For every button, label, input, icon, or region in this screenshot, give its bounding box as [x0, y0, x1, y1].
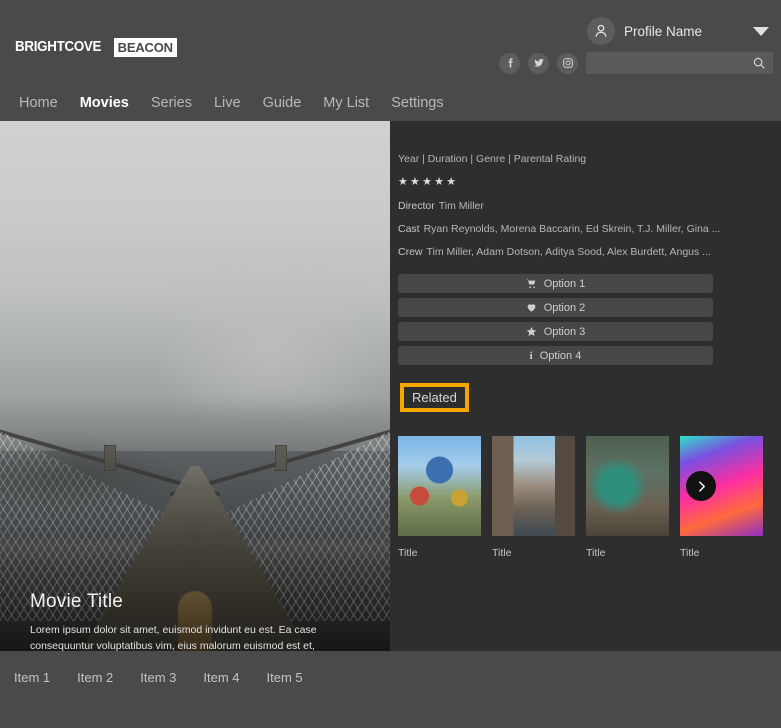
- footer-item-4[interactable]: Item 4: [203, 670, 239, 685]
- nav-item-live[interactable]: Live: [214, 95, 241, 111]
- header-search-row: [499, 52, 773, 74]
- nav-item-series[interactable]: Series: [151, 95, 192, 111]
- related-item-2[interactable]: Title: [492, 436, 586, 559]
- detail-panel: Year | Duration | Genre | Parental Ratin…: [390, 121, 781, 651]
- related-item-3[interactable]: Title: [586, 436, 680, 559]
- metadata-line: Year | Duration | Genre | Parental Ratin…: [398, 153, 587, 165]
- option-2-label: Option 2: [543, 301, 586, 314]
- related-item-1-label: Title: [398, 547, 418, 559]
- credit-crew-role: Crew: [398, 246, 423, 258]
- green-smoke-figure-thumbnail[interactable]: [586, 436, 669, 536]
- footer-item-2[interactable]: Item 2: [77, 670, 113, 685]
- related-section-header: Related: [400, 383, 469, 412]
- nav-item-movies[interactable]: Movies: [80, 95, 129, 111]
- related-label: Related: [400, 383, 469, 412]
- footer-item-1[interactable]: Item 1: [14, 670, 50, 685]
- twitter-icon[interactable]: [528, 52, 549, 74]
- app-root: BRIGHTCOVE BEACON Profile Name Home Movi…: [0, 0, 781, 728]
- chevron-right-icon: [695, 480, 708, 493]
- user-avatar-icon: [586, 17, 615, 45]
- nav-item-home[interactable]: Home: [19, 95, 58, 111]
- option-buttons: Option 1 Option 2 Option 3 i Option 4: [398, 274, 713, 365]
- nav-item-my-list[interactable]: My List: [323, 95, 369, 111]
- brightcove-beacon-logo[interactable]: BRIGHTCOVE BEACON: [15, 38, 177, 57]
- chevron-down-icon[interactable]: [753, 26, 769, 36]
- profile-menu[interactable]: Profile Name: [586, 17, 773, 45]
- nav-item-guide[interactable]: Guide: [263, 95, 302, 111]
- credit-director: Director Tim Miller: [398, 200, 781, 212]
- hero-movie-title: Movie Title: [30, 591, 124, 612]
- credit-director-role: Director: [398, 200, 435, 212]
- option-4-label: Option 4: [539, 349, 582, 362]
- related-item-3-label: Title: [586, 547, 606, 559]
- instagram-icon[interactable]: [557, 52, 578, 74]
- option-1-label: Option 1: [543, 277, 586, 290]
- cathedral-thumbnail[interactable]: [398, 436, 481, 536]
- footer-item-5[interactable]: Item 5: [267, 670, 303, 685]
- credit-crew: Crew Tim Miller, Adam Dotson, Aditya Sood…: [398, 246, 781, 258]
- logo-product-badge: BEACON: [113, 38, 177, 57]
- related-carousel: Title Title Title Title: [398, 436, 781, 559]
- search-input[interactable]: [586, 52, 773, 74]
- hero-banner: Movie Title Lorem ipsum dolor sit amet, …: [0, 121, 390, 651]
- footer-links: Item 1 Item 2 Item 3 Item 4 Item 5: [14, 670, 303, 685]
- star-rating[interactable]: ★★★★★: [398, 175, 781, 188]
- credit-director-value: Tim Miller: [438, 200, 484, 212]
- search-icon[interactable]: [752, 56, 766, 70]
- hero-text-block: Movie Title Lorem ipsum dolor sit amet, …: [30, 591, 350, 651]
- facebook-icon[interactable]: [499, 52, 520, 74]
- hero-description: Lorem ipsum dolor sit amet, euismod invi…: [30, 624, 317, 651]
- nav-item-settings[interactable]: Settings: [391, 95, 443, 111]
- option-3-label: Option 3: [543, 325, 586, 338]
- related-item-1[interactable]: Title: [398, 436, 492, 559]
- heart-icon: [526, 302, 537, 313]
- logo-wordmark: BRIGHTCOVE: [15, 39, 102, 55]
- carousel-next-button[interactable]: [686, 471, 716, 501]
- credit-cast: Cast Ryan Reynolds, Morena Baccarin, Ed S…: [398, 223, 781, 235]
- star-icon: [526, 326, 537, 337]
- credit-crew-value: Tim Miller, Adam Dotson, Aditya Sood, Al…: [426, 246, 711, 258]
- search-box[interactable]: [586, 52, 773, 74]
- credit-cast-role: Cast: [398, 223, 420, 235]
- option-3-button[interactable]: Option 3: [398, 322, 713, 341]
- main-content: Movie Title Lorem ipsum dolor sit amet, …: [0, 121, 781, 651]
- option-1-button[interactable]: Option 1: [398, 274, 713, 293]
- related-item-2-label: Title: [492, 547, 512, 559]
- related-item-4-label: Title: [680, 547, 700, 559]
- info-icon: i: [529, 349, 533, 362]
- site-header: BRIGHTCOVE BEACON Profile Name: [0, 0, 781, 85]
- shopping-cart-icon: [526, 278, 537, 289]
- option-4-button[interactable]: i Option 4: [398, 346, 713, 365]
- site-footer: Item 1 Item 2 Item 3 Item 4 Item 5 BRIGH…: [0, 651, 781, 728]
- hero-gradient-overlay: [0, 121, 390, 651]
- footer-item-3[interactable]: Item 3: [140, 670, 176, 685]
- main-navigation: Home Movies Series Live Guide My List Se…: [0, 85, 781, 121]
- option-2-button[interactable]: Option 2: [398, 298, 713, 317]
- venice-canal-thumbnail[interactable]: [492, 436, 575, 536]
- credit-cast-value: Ryan Reynolds, Morena Baccarin, Ed Skrei…: [423, 223, 721, 235]
- profile-name-label: Profile Name: [623, 23, 702, 39]
